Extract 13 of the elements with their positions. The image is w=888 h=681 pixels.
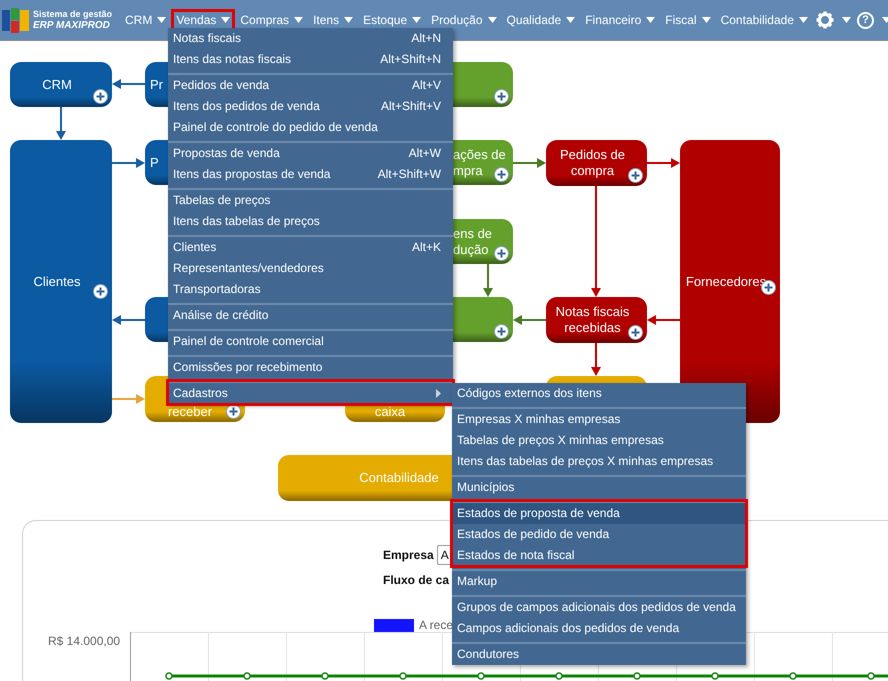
shortcut-text: Alt+Shift+W: [378, 166, 441, 183]
shortcut-text: Alt+Shift+V: [380, 98, 441, 115]
shortcut-text: Alt+K: [412, 239, 441, 256]
shortcut-text: Alt+Shift+N: [380, 51, 441, 68]
legend-label: A rece: [419, 618, 454, 632]
axis-tick-label: R$ 14.000,00: [48, 634, 122, 648]
shortcut-text: Alt+W: [408, 145, 441, 162]
logo-subtitle: Sistema de gestão: [33, 8, 112, 20]
field-label: Empresa: [383, 548, 434, 562]
logo-title: ERP MAXIPROD: [33, 20, 111, 32]
shortcut-text: Alt+N: [411, 30, 441, 47]
chart-title: Fluxo de ca: [383, 572, 450, 586]
shortcut-text: Alt+V: [412, 77, 441, 94]
